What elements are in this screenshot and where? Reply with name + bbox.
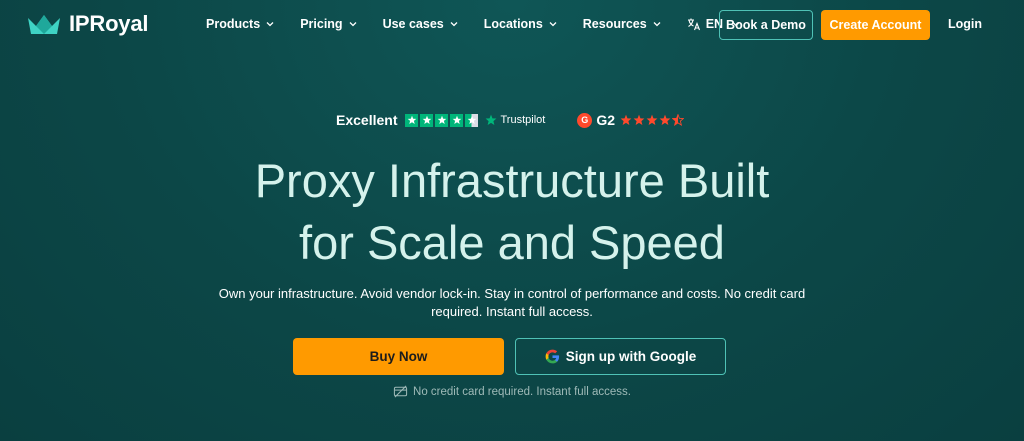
translate-icon	[687, 18, 700, 31]
headline-line-2: for Scale and Speed	[299, 216, 725, 269]
logo-text: IPRoyal	[69, 11, 149, 36]
menu-products-label: Products	[206, 17, 261, 31]
login-link[interactable]: Login	[948, 17, 982, 31]
create-account-button[interactable]: Create Account	[821, 10, 930, 40]
menu-use-cases[interactable]: Use cases	[383, 17, 459, 31]
trustpilot-stars	[405, 113, 479, 127]
trustpilot-logo: Trustpilot	[485, 114, 545, 126]
menu-resources-label: Resources	[582, 17, 647, 31]
star-icon	[420, 113, 434, 127]
star-icon	[620, 114, 632, 126]
crown-logo-icon	[28, 15, 60, 34]
headline-line-1: Proxy Infrastructure Built	[254, 154, 770, 207]
g2-stars	[620, 114, 684, 126]
hero-headline: Proxy Infrastructure Built for Scale and…	[0, 150, 1024, 274]
ratings-bar: Excellent Trustpilot G G2	[336, 112, 684, 128]
chevron-down-icon	[349, 22, 357, 27]
menu-pricing-label: Pricing	[300, 17, 343, 31]
top-navigation: IPRoyal Products Pricing Use cases Locat…	[0, 0, 1024, 50]
star-icon	[405, 113, 419, 127]
google-signup-button[interactable]: Sign up with Google	[515, 338, 726, 375]
star-icon	[633, 114, 645, 126]
star-icon	[659, 114, 671, 126]
chevron-down-icon	[266, 22, 274, 27]
menu-use-cases-label: Use cases	[382, 17, 444, 31]
subtext-line-1: Own your infrastructure. Avoid vendor lo…	[218, 286, 806, 301]
no-card-icon	[393, 385, 408, 398]
logo[interactable]: IPRoyal	[27, 11, 148, 37]
g2-label: G2	[596, 112, 615, 128]
menu-locations-label: Locations	[483, 17, 543, 31]
note-text: No credit card required. Instant full ac…	[413, 385, 631, 398]
half-star-icon	[465, 113, 479, 127]
trustpilot-rating-label: Excellent	[336, 112, 398, 128]
chevron-down-icon	[450, 22, 458, 27]
no-credit-card-note: No credit card required. Instant full ac…	[0, 384, 1024, 399]
chevron-down-icon	[549, 22, 557, 27]
menu-resources[interactable]: Resources	[583, 17, 662, 31]
google-signup-label: Sign up with Google	[565, 349, 697, 364]
main-menu: Products Pricing Use cases Locations Res…	[206, 17, 741, 31]
hero-subtext: Own your infrastructure. Avoid vendor lo…	[190, 285, 834, 321]
half-star-icon	[672, 114, 684, 126]
menu-pricing[interactable]: Pricing	[300, 17, 357, 31]
trustpilot-star-icon	[486, 114, 497, 126]
trustpilot-brand-text: Trustpilot	[500, 114, 546, 126]
star-icon	[646, 114, 658, 126]
chevron-down-icon	[653, 22, 661, 27]
buy-now-button[interactable]: Buy Now	[293, 338, 504, 375]
book-demo-button[interactable]: Book a Demo	[719, 10, 813, 40]
star-icon	[435, 113, 449, 127]
menu-products[interactable]: Products	[206, 17, 275, 31]
google-icon	[545, 349, 559, 364]
g2-logo-icon: G	[577, 112, 593, 128]
menu-locations[interactable]: Locations	[484, 17, 558, 31]
star-icon	[450, 113, 464, 127]
subtext-line-2: required. Instant full access.	[431, 304, 593, 319]
